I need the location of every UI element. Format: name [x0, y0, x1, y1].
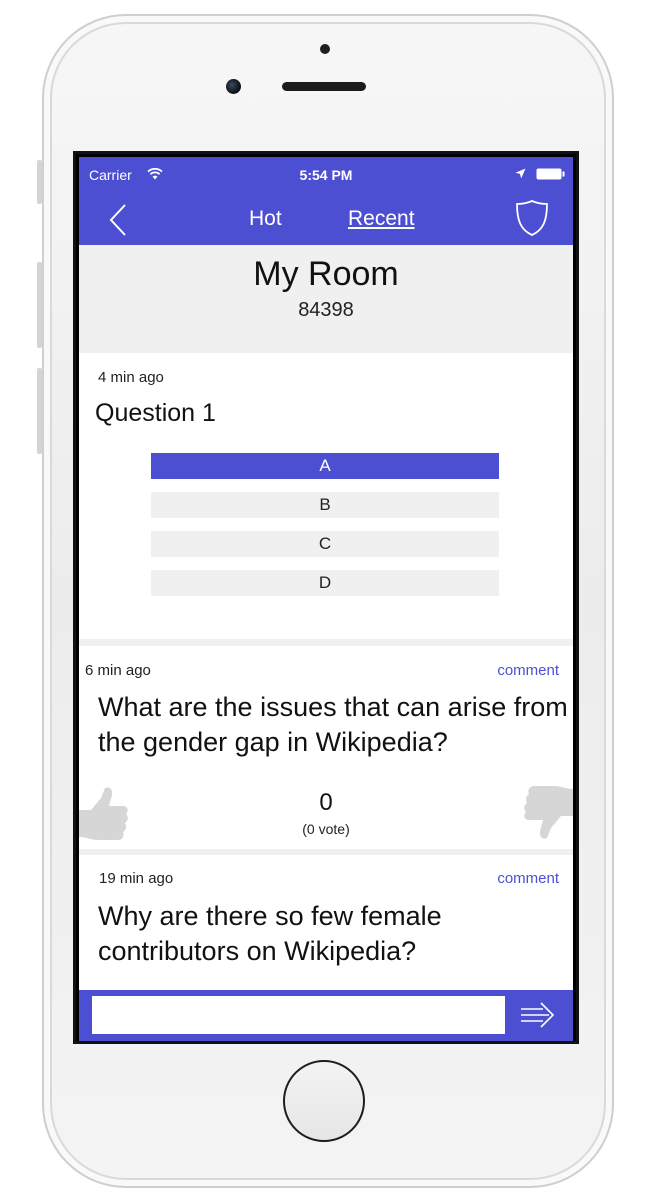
shield-icon[interactable]: [515, 199, 549, 237]
front-camera: [226, 79, 241, 94]
thumbs-down-icon[interactable]: [523, 786, 573, 842]
card-divider: [79, 639, 573, 646]
tab-recent[interactable]: Recent: [348, 207, 415, 231]
room-code: 84398: [298, 299, 354, 321]
poll-option-d[interactable]: D: [151, 570, 499, 596]
tab-hot[interactable]: Hot: [249, 207, 282, 231]
question-text: What are the issues that can arise from …: [98, 692, 568, 757]
comment-link[interactable]: comment: [497, 662, 559, 679]
poll-option-b[interactable]: B: [151, 492, 499, 518]
post-time: 6 min ago: [85, 662, 151, 679]
app-screen: Carrier 5:54 PM Hot Recent My Room 84398…: [79, 157, 573, 1041]
chevron-left-icon[interactable]: [109, 203, 127, 237]
location-arrow-icon: [515, 168, 526, 179]
room-title: My Room: [253, 255, 399, 293]
question-text: Question 1: [95, 399, 216, 427]
send-arrow-icon[interactable]: [519, 1000, 557, 1030]
comment-link[interactable]: comment: [497, 870, 559, 887]
page: Carrier 5:54 PM Hot Recent My Room 84398…: [0, 0, 648, 1200]
battery-icon: [536, 168, 565, 180]
room-header: My Room 84398: [79, 245, 573, 353]
poll-option-c[interactable]: C: [151, 531, 499, 557]
phone-screen: Carrier 5:54 PM Hot Recent My Room 84398…: [73, 151, 579, 1044]
earpiece-speaker: [282, 82, 366, 91]
question-card: 6 min ago comment What are the issues th…: [79, 646, 573, 849]
poll-card: 4 min ago Question 1 A B C D: [79, 353, 573, 639]
vote-count: 0: [319, 789, 333, 816]
proximity-sensor: [320, 44, 330, 54]
poll-option-a[interactable]: A: [151, 453, 499, 479]
post-time: 4 min ago: [98, 369, 164, 386]
vote-label: (0 vote): [302, 821, 350, 837]
home-button[interactable]: [283, 1060, 365, 1142]
question-input-bar: [79, 990, 573, 1041]
question-card: 19 min ago comment Why are there so few …: [79, 855, 573, 987]
post-time: 19 min ago: [99, 870, 174, 887]
status-time: 5:54 PM: [299, 167, 353, 183]
navigation-bar: Carrier 5:54 PM Hot Recent: [79, 157, 573, 245]
question-input[interactable]: [92, 996, 505, 1034]
question-text: Why are there so few female contributors…: [98, 901, 442, 966]
